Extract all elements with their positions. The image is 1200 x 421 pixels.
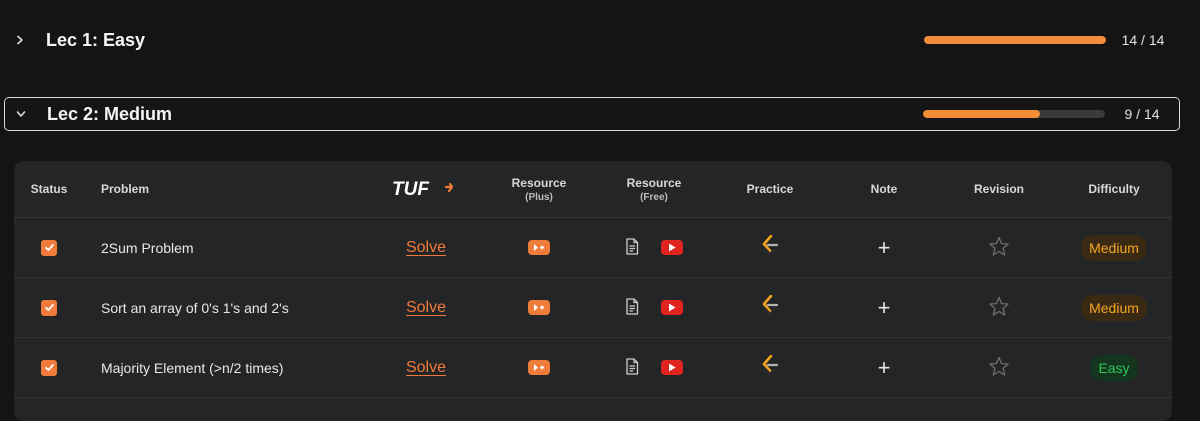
video-plus-icon[interactable] — [528, 300, 550, 315]
progress-bar — [924, 36, 1106, 44]
table-row: Majority Element (>n/2 times) Solve + Ea… — [14, 338, 1172, 398]
tuf-logo: TUF — [374, 180, 478, 198]
status-checkbox[interactable] — [41, 239, 57, 256]
video-plus-icon[interactable] — [528, 240, 550, 255]
youtube-icon[interactable] — [661, 360, 683, 375]
problem-name[interactable]: Sort an array of 0's 1's and 2's — [84, 300, 374, 316]
video-plus-icon[interactable] — [528, 360, 550, 375]
star-icon[interactable] — [988, 296, 1010, 320]
header-resource-plus-label: Resource — [511, 175, 567, 190]
header-resource-plus: Resource (Plus) — [478, 176, 600, 203]
progress-bar — [923, 110, 1105, 118]
solve-link[interactable]: Solve — [406, 359, 446, 377]
problems-table: Status Problem TUF Resource (Plus) Resou… — [14, 161, 1172, 421]
header-practice: Practice — [746, 182, 794, 196]
document-icon[interactable] — [625, 357, 639, 378]
header-resource-plus-sub: (Plus) — [525, 191, 553, 203]
table-row: 2Sum Problem Solve + Medium — [14, 218, 1172, 278]
check-icon — [44, 304, 54, 311]
add-note-icon[interactable]: + — [878, 356, 891, 379]
solve-link[interactable]: Solve — [406, 239, 446, 257]
leetcode-icon[interactable] — [761, 234, 779, 260]
difficulty-badge: Medium — [1081, 294, 1147, 321]
check-icon — [44, 364, 54, 371]
leetcode-icon[interactable] — [761, 294, 779, 320]
problem-name[interactable]: Majority Element (>n/2 times) — [84, 360, 374, 376]
header-difficulty: Difficulty — [1088, 182, 1140, 196]
table-row: Sort an array of 0's 1's and 2's Solve +… — [14, 278, 1172, 338]
header-resource-free-label: Resource — [626, 175, 682, 190]
chevron-down-icon — [7, 109, 35, 119]
difficulty-badge: Medium — [1081, 234, 1147, 261]
progress-fill — [924, 36, 1106, 44]
problem-name[interactable]: 2Sum Problem — [84, 240, 374, 256]
svg-text:TUF: TUF — [392, 180, 430, 198]
section-header-lec2[interactable]: Lec 2: Medium 9 / 14 — [4, 97, 1180, 131]
section-header-lec1[interactable]: Lec 1: Easy 14 / 14 — [4, 8, 1180, 72]
star-icon[interactable] — [988, 356, 1010, 380]
add-note-icon[interactable]: + — [878, 236, 891, 259]
header-resource-free-sub: (Free) — [640, 191, 668, 203]
header-revision: Revision — [973, 182, 1024, 196]
table-header: Status Problem TUF Resource (Plus) Resou… — [14, 161, 1172, 218]
chevron-right-icon — [6, 35, 34, 45]
leetcode-icon[interactable] — [761, 354, 779, 380]
header-resource-free: Resource (Free) — [600, 176, 708, 203]
section-title: Lec 1: Easy — [46, 29, 146, 50]
header-note: Note — [870, 182, 898, 196]
progress-fill — [923, 110, 1041, 118]
star-icon[interactable] — [988, 236, 1010, 260]
youtube-icon[interactable] — [661, 240, 683, 255]
progress-count: 9 / 14 — [1124, 106, 1160, 122]
document-icon[interactable] — [625, 297, 639, 318]
header-status: Status — [30, 182, 68, 196]
difficulty-badge: Easy — [1090, 354, 1138, 381]
header-problem: Problem — [101, 182, 150, 196]
check-icon — [44, 244, 54, 251]
document-icon[interactable] — [625, 237, 639, 258]
youtube-icon[interactable] — [661, 300, 683, 315]
section-title: Lec 2: Medium — [47, 103, 173, 124]
status-checkbox[interactable] — [41, 359, 57, 376]
add-note-icon[interactable]: + — [878, 296, 891, 319]
solve-link[interactable]: Solve — [406, 299, 446, 317]
progress-count: 14 / 14 — [1121, 32, 1165, 48]
status-checkbox[interactable] — [41, 299, 57, 316]
